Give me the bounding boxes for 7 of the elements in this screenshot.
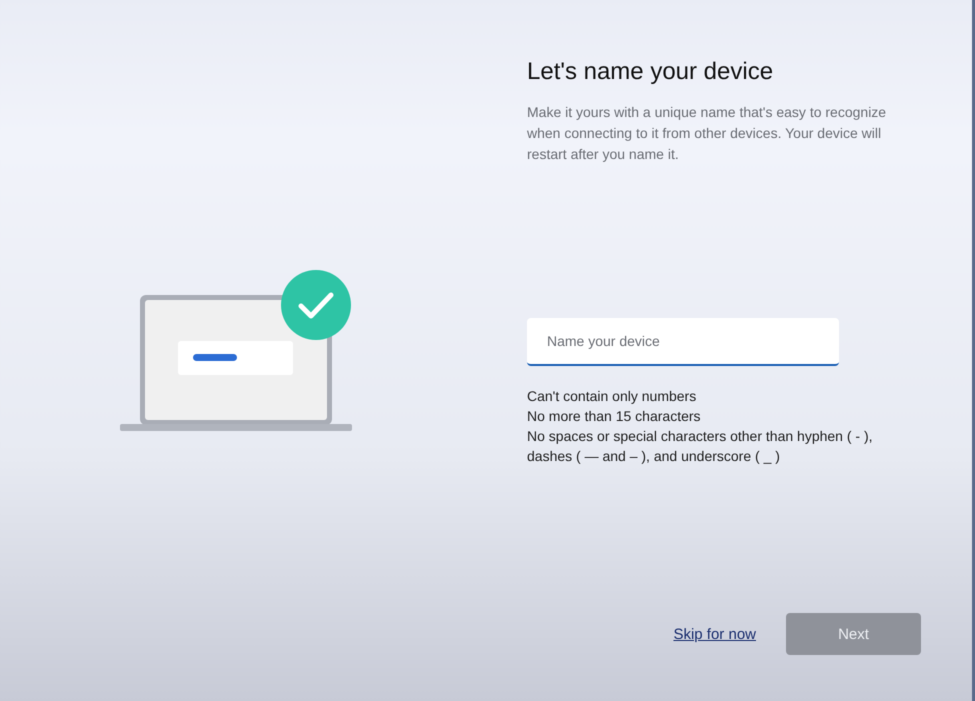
description-text: Make it yours with a unique name that's easy to recognize when connecting to it from other devices. Your device will restart after you name it.: [527, 103, 888, 164]
skip-link[interactable]: Skip for now: [673, 626, 756, 642]
rule-text: No more than 15 characters: [527, 407, 702, 426]
rule-text: No spaces or special characters other than hyphen ( - ), dashes ( — and – ), and underscore ( _ ): [527, 427, 874, 466]
rule-text: Can't contain only numbers: [527, 387, 698, 406]
page-title: Let's name your device: [527, 58, 774, 86]
device-name-field[interactable]: Name your device: [527, 318, 839, 366]
